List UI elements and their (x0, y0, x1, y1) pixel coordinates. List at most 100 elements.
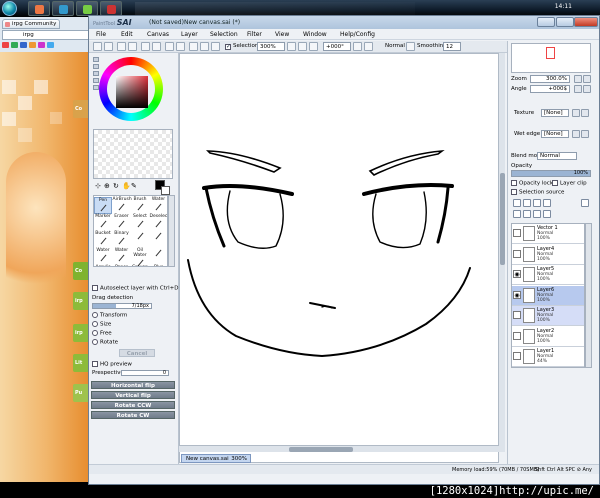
color-wheel[interactable] (99, 57, 163, 121)
drawing-canvas[interactable] (179, 53, 499, 463)
menu-view[interactable]: View (275, 31, 289, 38)
autoselect-checkbox[interactable] (92, 285, 98, 291)
layer-row[interactable]: Layer1 Normal 44% (512, 347, 584, 367)
rotate-ccw-button[interactable]: Rotate CCW (91, 401, 175, 409)
taskbar-app-button[interactable] (100, 1, 122, 16)
layer-visibility-icon[interactable] (513, 352, 521, 360)
opacity-lock-option[interactable]: Opacity lock (511, 180, 553, 187)
new-folder-icon[interactable] (533, 199, 541, 207)
brush-tool-cell[interactable] (150, 231, 168, 248)
hsv-slider-icon[interactable] (93, 71, 99, 76)
merge-down-icon[interactable] (523, 210, 531, 218)
title-bar[interactable]: PaintTool SAI (Not saved)New canvas.sai … (89, 16, 599, 29)
eyedropper-icon[interactable]: ✎ (131, 182, 137, 190)
zoom-in-icon[interactable] (298, 42, 307, 51)
taskbar-app-button[interactable] (28, 1, 50, 16)
hq-preview-option[interactable]: HQ preview (92, 361, 132, 368)
rotation-field[interactable]: +000° (323, 42, 351, 51)
bookmark-icon[interactable] (38, 42, 45, 48)
color-wheel-mode-icon[interactable] (93, 57, 99, 62)
layer-row[interactable]: ◉ Layer6 Normal 100% (512, 285, 584, 306)
zoom-plus-icon[interactable] (583, 75, 591, 83)
wet-edge-select[interactable]: [None] (541, 130, 569, 138)
blend-mode-label[interactable]: Normal (385, 43, 405, 49)
navigator-preview[interactable] (511, 43, 591, 73)
bookmark-icon[interactable] (2, 42, 9, 48)
rotate-radio[interactable]: Rotate (92, 339, 118, 346)
copy-layer-icon[interactable] (543, 199, 551, 207)
opacity-lock-checkbox[interactable] (511, 180, 517, 186)
layer-row[interactable]: Vector 1 Normal 100% (512, 224, 584, 244)
rotate-left-icon[interactable] (353, 42, 362, 51)
layer-visibility-icon[interactable] (513, 249, 521, 258)
menu-layer[interactable]: Layer (181, 31, 198, 38)
layer-row[interactable]: ◉ Layer5 Normal 100% (512, 265, 584, 285)
menu-file[interactable]: File (96, 31, 106, 38)
selection-source-checkbox[interactable] (511, 189, 517, 195)
move-tool-icon[interactable]: ⊹ (95, 182, 101, 190)
layer-list-scrollbar[interactable] (585, 223, 592, 368)
brush-grid-scrollbar[interactable] (168, 195, 175, 267)
taskbar-app-button[interactable] (52, 1, 74, 16)
invert-selection-icon[interactable] (128, 42, 137, 51)
perspective-slider[interactable]: 0 (121, 370, 169, 376)
brush-tool-cell[interactable]: Marker (94, 214, 112, 231)
address-bar[interactable]: irpg (2, 30, 90, 40)
document-tab[interactable]: New canvas.sai 300% (181, 454, 251, 463)
radio-icon[interactable] (92, 312, 98, 318)
autoselect-option[interactable]: Autoselect layer with Ctrl+Drag (92, 285, 188, 292)
brush-tool-cell[interactable] (131, 231, 149, 248)
brush-tool-cell[interactable]: Deselect (150, 214, 167, 231)
menu-filter[interactable]: Filter (247, 31, 262, 38)
maximize-button[interactable] (556, 17, 574, 27)
swatch-mode-icon[interactable] (93, 78, 99, 83)
brush-tool-cell[interactable]: Binary (113, 231, 131, 248)
zoom-out-icon[interactable] (287, 42, 296, 51)
texture-select[interactable]: [None] (541, 109, 569, 117)
rotate-tool-icon[interactable]: ↻ (113, 182, 119, 190)
brush-tool-cell[interactable]: Crayon (131, 265, 149, 266)
saturation-value-square[interactable] (116, 76, 148, 108)
radio-icon[interactable] (92, 321, 98, 327)
zoom-reset-icon[interactable] (309, 42, 318, 51)
brush-tool-cell[interactable]: Pen (94, 197, 112, 214)
browser-tab[interactable]: irpg Community (2, 19, 60, 29)
clear-layer-icon[interactable] (533, 210, 541, 218)
stop-icon[interactable] (211, 42, 220, 51)
wet-edge-settings-icon[interactable] (572, 130, 580, 138)
brush-tool-cell[interactable]: Acrylic (94, 265, 112, 266)
selection-checkbox[interactable] (225, 43, 231, 50)
deselect-icon[interactable] (117, 42, 126, 51)
texture-settings-icon[interactable] (572, 109, 580, 117)
layer-row[interactable]: Layer4 Normal 100% (512, 244, 584, 265)
texture-slider-icon[interactable] (581, 109, 589, 117)
minimize-button[interactable] (537, 17, 555, 27)
start-button[interactable] (2, 1, 17, 16)
radio-icon[interactable] (92, 330, 98, 336)
flip-icon[interactable] (165, 42, 174, 51)
brush-tool-cell[interactable]: Select (131, 214, 149, 231)
smoothing-field[interactable]: 12 (443, 42, 461, 51)
rotate-cw-button[interactable]: Rotate CW (91, 411, 175, 419)
brush-tool-cell[interactable] (150, 248, 168, 265)
hq-preview-checkbox[interactable] (92, 361, 98, 367)
bookmark-icon[interactable] (29, 42, 36, 48)
new-layer-icon[interactable] (513, 199, 521, 207)
menu-edit[interactable]: Edit (121, 31, 133, 38)
swatch-grid[interactable] (93, 129, 173, 179)
brush-tool-cell[interactable]: Eraser (113, 214, 131, 231)
mask-layer-icon[interactable] (581, 199, 589, 207)
vertical-scroll-thumb[interactable] (500, 173, 505, 265)
rgb-slider-icon[interactable] (93, 64, 99, 69)
menu-window[interactable]: Window (303, 31, 327, 38)
brush-tool-cell[interactable]: Water (150, 197, 168, 214)
canvas-horizontal-scrollbar[interactable] (179, 445, 499, 452)
zoom-minus-icon[interactable] (574, 75, 582, 83)
layer-row[interactable]: Layer3 Normal 100% (512, 306, 584, 326)
blend-mode-select[interactable]: Normal (537, 152, 577, 160)
select-all-icon[interactable] (141, 42, 150, 51)
bookmark-icon[interactable] (20, 42, 27, 48)
stabilizer-icon[interactable] (406, 42, 415, 51)
bookmark-icon[interactable] (47, 42, 54, 48)
canvas-vertical-scrollbar[interactable] (498, 53, 505, 452)
